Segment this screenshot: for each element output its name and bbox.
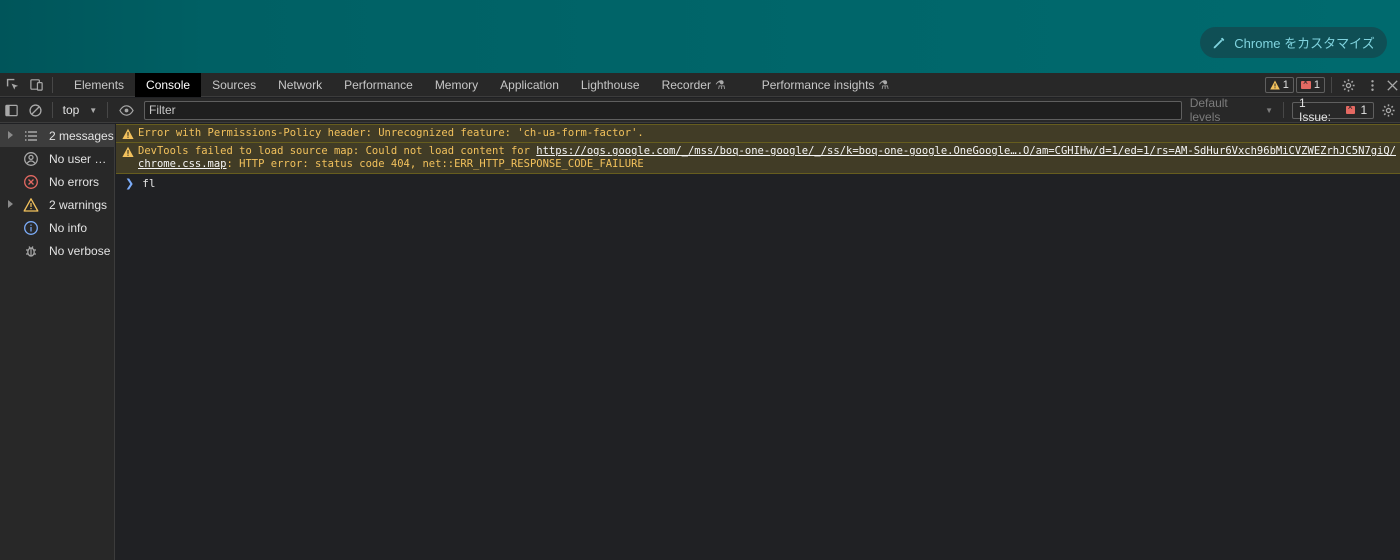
warning-count-badge[interactable]: 1	[1264, 77, 1294, 93]
separator	[51, 102, 53, 118]
error-count: 1	[1313, 79, 1320, 91]
console-input-text[interactable]: fl	[142, 177, 155, 190]
tab-memory[interactable]: Memory	[424, 73, 489, 97]
prompt-chevron-icon: ❯	[125, 177, 135, 190]
separator	[52, 76, 53, 93]
warning-count: 1	[1282, 79, 1289, 91]
caret-down-icon: ▼	[1265, 105, 1274, 115]
console-warning-message: Error with Permissions-Policy header: Un…	[116, 124, 1400, 143]
tab-console[interactable]: Console	[135, 72, 202, 97]
console-sidebar: 2 messages No user m... No errors 2 warning…	[0, 124, 115, 560]
tab-recorder[interactable]: Recorder ⚗	[651, 73, 737, 97]
error-icon	[22, 173, 40, 191]
sidebar-item-info[interactable]: No info	[0, 216, 114, 239]
customize-chrome-button[interactable]: Chrome をカスタマイズ	[1200, 27, 1387, 58]
sidebar-item-list[interactable]: 2 messages	[0, 124, 114, 147]
separator	[1331, 77, 1332, 93]
caret-down-icon: ▼	[89, 105, 98, 115]
console-messages: Error with Permissions-Policy header: Un…	[116, 124, 1400, 560]
log-levels-dropdown[interactable]: Default levels ▼	[1190, 96, 1273, 124]
warning-icon	[122, 146, 134, 157]
tab-lighthouse[interactable]: Lighthouse	[570, 73, 651, 97]
sidebar-item-label: No info	[49, 220, 88, 235]
device-toolbar-icon[interactable]	[24, 73, 48, 97]
tab-label: Network	[278, 77, 323, 92]
separator	[1283, 102, 1284, 118]
sidebar-item-label: No errors	[49, 174, 100, 189]
issues-label: 1 Issue:	[1299, 96, 1332, 124]
experiment-flask-icon: ⚗	[714, 77, 726, 92]
tab-label: Console	[146, 77, 191, 92]
tab-label: Sources	[212, 77, 257, 92]
warning-icon	[1269, 80, 1280, 90]
show-sidebar-icon[interactable]	[0, 98, 24, 122]
settings-gear-icon[interactable]	[1336, 73, 1360, 97]
bug-icon	[22, 242, 40, 260]
warning-text-before: DevTools failed to load source map: Coul…	[138, 145, 537, 157]
console-warning-message: DevTools failed to load source map: Coul…	[116, 143, 1400, 174]
tab-performance[interactable]: Performance	[333, 73, 424, 97]
issues-button[interactable]: 1 Issue: 1	[1292, 96, 1375, 124]
tab-label: Elements	[74, 77, 125, 92]
page-background: Chrome をカスタマイズ	[0, 0, 1400, 73]
separator	[107, 102, 109, 118]
error-icon	[1300, 77, 1311, 89]
inspect-element-icon[interactable]	[0, 73, 24, 97]
clear-console-icon[interactable]	[24, 98, 48, 122]
customize-chrome-label: Chrome をカスタマイズ	[1234, 36, 1375, 51]
sidebar-item-label: No user m...	[49, 151, 114, 166]
warning-icon	[22, 196, 40, 214]
sidebar-item-user[interactable]: No user m...	[0, 147, 114, 170]
sidebar-item-label: No verbose	[49, 243, 111, 258]
tab-performance-insights[interactable]: Performance insights ⚗	[751, 73, 900, 97]
warning-icon	[122, 128, 134, 139]
warning-text: DevTools failed to load source map: Coul…	[138, 145, 1396, 171]
info-icon	[22, 219, 40, 237]
tab-label: Lighthouse	[580, 77, 640, 92]
sidebar-item-label: 2 warnings	[49, 197, 108, 212]
javascript-context-select[interactable]: top ▼	[57, 103, 104, 117]
sidebar-item-label: 2 messages	[49, 128, 114, 143]
tab-label: Performance	[344, 77, 413, 92]
tab-label: Performance insights	[761, 77, 875, 92]
list-icon	[22, 127, 40, 145]
experiment-flask-icon: ⚗	[878, 77, 890, 92]
filter-input[interactable]	[143, 100, 1182, 120]
sidebar-item-bug[interactable]: No verbose	[0, 239, 114, 262]
tab-elements[interactable]: Elements	[63, 73, 135, 97]
expand-arrow-icon[interactable]	[8, 200, 13, 208]
warning-text-after: : HTTP error: status code 404, net::ERR_…	[226, 158, 644, 170]
console-prompt[interactable]: ❯ fl	[116, 174, 1400, 190]
pencil-icon	[1214, 37, 1225, 48]
tabs-right-controls: 1 1	[1264, 73, 1400, 97]
tab-application[interactable]: Application	[489, 73, 570, 97]
issues-count: 1	[1360, 103, 1368, 117]
tab-sources[interactable]: Sources	[201, 73, 267, 97]
error-count-badge[interactable]: 1	[1295, 77, 1325, 93]
sidebar-item-error[interactable]: No errors	[0, 170, 114, 193]
tab-label: Recorder	[661, 77, 711, 92]
console-settings-gear-icon[interactable]	[1376, 98, 1400, 122]
user-icon	[22, 150, 40, 168]
expand-arrow-icon[interactable]	[8, 131, 13, 139]
live-expression-eye-icon[interactable]	[112, 98, 140, 122]
levels-label: Default levels	[1189, 96, 1228, 124]
more-options-icon[interactable]	[1360, 73, 1384, 97]
tab-strip: Elements Console Sources Network Performance…	[63, 72, 900, 97]
context-value: top	[62, 103, 80, 117]
tab-label: Memory	[434, 77, 479, 92]
tab-network[interactable]: Network	[267, 73, 333, 97]
close-devtools-icon[interactable]	[1384, 73, 1400, 97]
sidebar-item-warning[interactable]: 2 warnings	[0, 193, 114, 216]
console-toolbar: top ▼ Default levels ▼ 1 Issue: 1	[0, 96, 1400, 124]
tab-label: Application	[500, 77, 559, 92]
devtools-tab-bar: Elements Console Sources Network Performance…	[0, 72, 1400, 97]
error-icon	[1345, 102, 1356, 114]
warning-text: Error with Permissions-Policy header: Un…	[138, 127, 644, 139]
